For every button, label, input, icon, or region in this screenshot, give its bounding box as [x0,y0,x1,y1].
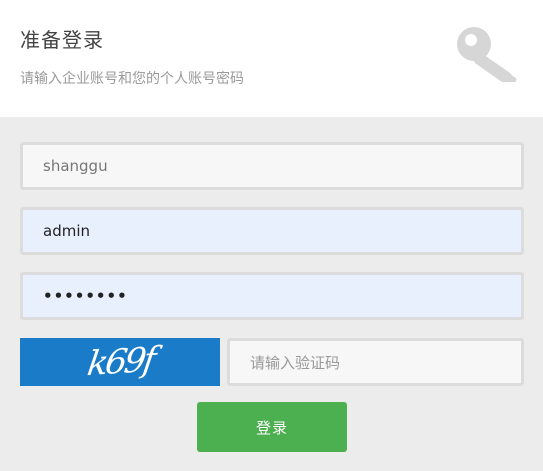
captcha-text: k69f [84,339,156,385]
password-input[interactable]: •••••••• [20,272,524,320]
company-account-value: shanggu [43,157,108,175]
login-button-label: 登录 [255,418,288,437]
login-panel: 准备登录 请输入企业账号和您的个人账号密码 shanggu admin ••••… [0,0,543,471]
login-button[interactable]: 登录 [197,402,347,452]
page-title: 准备登录 [20,28,104,52]
captcha-placeholder: 请输入验证码 [250,353,341,372]
page-subtitle: 请输入企业账号和您的个人账号密码 [20,71,244,87]
username-value: admin [43,222,90,240]
captcha-input[interactable]: 请输入验证码 [227,338,524,386]
username-input[interactable]: admin [20,207,524,255]
key-icon [457,27,517,82]
company-account-input[interactable]: shanggu [20,142,524,190]
captcha-image[interactable]: k69f [20,338,220,386]
password-value: •••••••• [43,287,128,305]
login-header: 准备登录 请输入企业账号和您的个人账号密码 [0,0,543,117]
